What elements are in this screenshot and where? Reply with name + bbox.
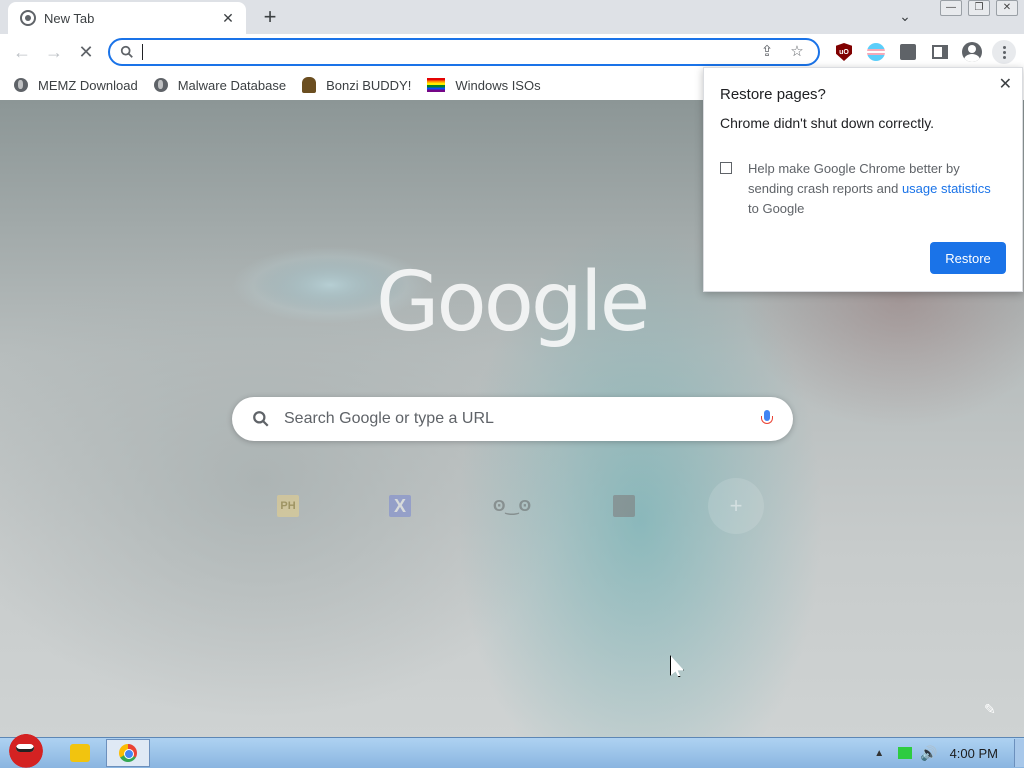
mouse-pointer-icon: [670, 655, 684, 677]
taskbar: ▲ 🔊 4:00 PM: [0, 730, 1024, 768]
usage-statistics-link[interactable]: usage statistics: [902, 181, 991, 196]
restore-button[interactable]: Restore: [930, 242, 1006, 274]
add-shortcut-button[interactable]: +: [708, 478, 764, 534]
volume-icon[interactable]: 🔊: [920, 745, 937, 762]
checkbox-text-end: to Google: [748, 201, 805, 216]
start-button-angry-bird-icon[interactable]: [4, 730, 48, 768]
tab-title: New Tab: [44, 10, 95, 26]
close-icon[interactable]: ✕: [999, 74, 1012, 94]
add-shortcut-icon: +: [729, 493, 743, 518]
shortcut-tile[interactable]: ʘ‿ʘ: [484, 478, 540, 534]
window-controls: — ❐ ✕: [934, 0, 1018, 16]
image-icon: [613, 495, 635, 517]
chrome-icon: [119, 744, 137, 762]
restore-pages-dialog: Restore pages? ✕ Chrome didn't shut down…: [703, 67, 1023, 292]
profile-avatar-icon[interactable]: [958, 38, 986, 66]
tab-close-icon[interactable]: ✕: [220, 10, 236, 27]
globe-icon: [14, 78, 28, 92]
search-icon: [120, 45, 133, 58]
ublock-icon[interactable]: uO: [830, 38, 858, 66]
text-cursor: [142, 44, 143, 60]
back-icon[interactable]: ←: [6, 36, 38, 68]
system-tray: ▲ 🔊 4:00 PM: [874, 738, 1024, 768]
taskbar-chrome-button[interactable]: [106, 739, 150, 767]
crash-report-option: Help make Google Chrome better by sendin…: [720, 159, 1006, 219]
ph-icon: PH: [277, 495, 299, 517]
share-icon[interactable]: ⇪: [756, 41, 778, 63]
menu-kebab-icon[interactable]: [990, 38, 1018, 66]
trans-flag-extension-icon[interactable]: [862, 38, 890, 66]
shortcut-tile[interactable]: X: [372, 478, 428, 534]
toolbar: ← → ✕ ⇪ ☆ uO: [0, 34, 1024, 70]
close-window-button[interactable]: ✕: [996, 0, 1018, 16]
bookmark-windows-isos[interactable]: Windows ISOs: [427, 77, 541, 93]
stop-icon[interactable]: ✕: [70, 36, 102, 68]
bookmark-memz[interactable]: MEMZ Download: [14, 78, 138, 93]
google-logo: Google: [376, 255, 650, 350]
network-icon[interactable]: [898, 747, 913, 759]
ntp-search-box[interactable]: Search Google or type a URL: [232, 397, 793, 441]
bookmark-label: Malware Database: [177, 77, 287, 93]
crash-report-checkbox[interactable]: [720, 162, 732, 174]
bonzi-icon: [302, 77, 317, 93]
show-desktop-button[interactable]: [1014, 739, 1024, 767]
bookmark-star-icon[interactable]: ☆: [786, 41, 808, 63]
bookmark-label: MEMZ Download: [38, 77, 138, 93]
dialog-title: Restore pages?: [720, 86, 826, 103]
extensions-area: uO: [830, 38, 1022, 66]
minimize-button[interactable]: —: [940, 0, 962, 16]
bookmark-bonzi-buddy[interactable]: Bonzi BUDDY!: [302, 77, 411, 93]
rainbow-flag-icon: [427, 78, 446, 92]
forward-icon[interactable]: →: [38, 36, 70, 68]
x-icon: X: [389, 495, 411, 517]
quicklaunch-icon[interactable]: [70, 744, 90, 762]
search-placeholder: Search Google or type a URL: [284, 410, 494, 427]
shortcut-tile[interactable]: [596, 478, 652, 534]
globe-icon: [153, 78, 168, 92]
extensions-puzzle-icon[interactable]: [894, 38, 922, 66]
dialog-message: Chrome didn't shut down correctly.: [720, 115, 935, 131]
bookmark-label: Windows ISOs: [455, 77, 541, 93]
shortcut-tiles: PH X ʘ‿ʘ +: [260, 478, 820, 534]
restore-button[interactable]: ❐: [968, 0, 990, 16]
bonzi-face-icon: ʘ‿ʘ: [492, 498, 532, 515]
clock[interactable]: 4:00 PM: [950, 746, 998, 761]
tab-search-icon[interactable]: ⌄: [896, 8, 914, 26]
microphone-icon[interactable]: [761, 410, 773, 428]
new-tab-button[interactable]: +: [258, 6, 282, 30]
search-icon: [253, 411, 269, 427]
side-panel-icon[interactable]: [926, 38, 954, 66]
checkbox-label: Help make Google Chrome better by sendin…: [748, 159, 993, 219]
tray-expand-icon[interactable]: ▲: [874, 748, 884, 759]
customize-pencil-icon[interactable]: ✎: [984, 701, 998, 717]
tab-strip: New Tab ✕ + ⌄ — ❐ ✕: [0, 0, 1024, 34]
chrome-newtab-icon: [20, 10, 36, 26]
tab-new-tab[interactable]: New Tab ✕: [8, 2, 246, 34]
shortcut-tile[interactable]: PH: [260, 478, 316, 534]
bookmark-label: Bonzi BUDDY!: [326, 77, 412, 93]
bookmark-malware-database[interactable]: Malware Database: [153, 77, 287, 93]
address-bar[interactable]: ⇪ ☆: [108, 38, 820, 66]
